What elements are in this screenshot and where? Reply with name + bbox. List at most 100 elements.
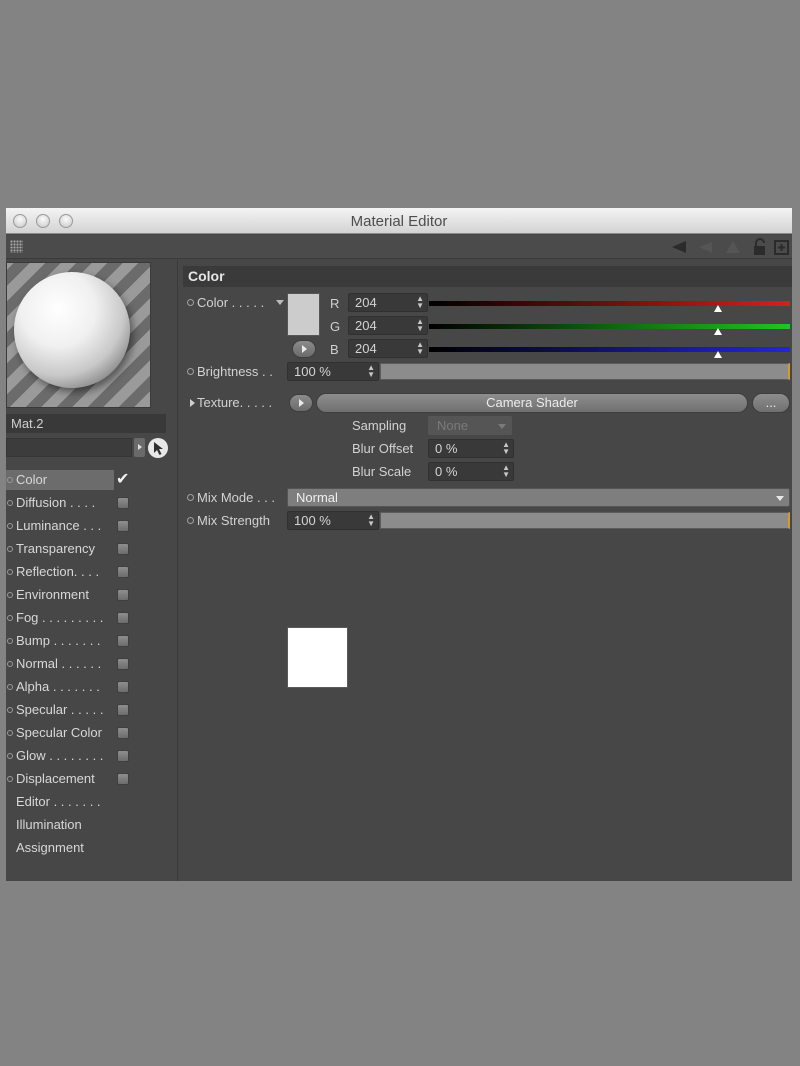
mix-strength-field[interactable]: 100 % ▲ ▼ (287, 511, 379, 530)
channel-bullet-icon (7, 661, 13, 667)
channel-checkbox[interactable] (117, 704, 129, 716)
channel-checkbox[interactable] (117, 658, 129, 670)
pick-cursor-icon[interactable] (148, 438, 168, 458)
g-label: G (330, 319, 341, 334)
mix-strength-slider[interactable] (380, 512, 790, 529)
texture-more-button[interactable]: ... (752, 393, 790, 413)
g-slider-knob[interactable] (713, 328, 722, 335)
channel-bullet-icon (7, 546, 13, 552)
b-value-field[interactable]: 204 ▲ ▼ (348, 339, 428, 358)
up-arrow-icon[interactable] (724, 238, 742, 256)
mix-mode-animation-dot[interactable] (187, 494, 194, 501)
channel-label: Alpha . . . . . . . (16, 679, 100, 694)
g-slider[interactable] (429, 324, 790, 329)
channel-checkbox[interactable] (117, 543, 129, 555)
color-animation-dot[interactable] (187, 299, 194, 306)
b-value: 204 (355, 341, 377, 356)
lock-icon[interactable] (751, 238, 769, 256)
g-value-field[interactable]: 204 ▲ ▼ (348, 316, 428, 335)
back-arrow-icon[interactable] (670, 238, 688, 256)
channel-checkmark-icon[interactable]: ✔ (116, 471, 129, 489)
preview-sphere (14, 272, 130, 388)
forward-arrow-icon[interactable] (696, 238, 714, 256)
texture-shader-button[interactable]: Camera Shader (316, 393, 748, 413)
channel-item[interactable]: Color (6, 470, 114, 490)
r-spinner-icon[interactable]: ▲ ▼ (416, 295, 424, 310)
channel-label: Displacement (16, 771, 95, 786)
brightness-field[interactable]: 100 % ▲ ▼ (287, 362, 379, 381)
r-value-field[interactable]: 204 ▲ ▼ (348, 293, 428, 312)
channel-item[interactable]: Assignment (6, 838, 146, 858)
mix-strength-animation-dot[interactable] (187, 517, 194, 524)
channel-item[interactable]: Editor . . . . . . . (6, 792, 146, 812)
mix-mode-chevron-icon (776, 496, 784, 501)
channel-checkbox[interactable] (117, 566, 129, 578)
search-input[interactable] (6, 438, 132, 457)
channel-bullet-icon (7, 684, 13, 690)
channel-checkbox[interactable] (117, 727, 129, 739)
mix-strength-label: Mix Strength (197, 513, 270, 528)
brightness-animation-dot[interactable] (187, 368, 194, 375)
channel-bullet-icon (7, 776, 13, 782)
texture-menu-button[interactable] (289, 394, 313, 412)
r-label: R (330, 296, 340, 311)
search-arrow-button[interactable] (134, 438, 145, 457)
color-picker-button[interactable] (292, 340, 316, 358)
blur-offset-value: 0 % (435, 441, 458, 456)
material-name-field[interactable]: Mat.2 (6, 414, 166, 433)
mix-mode-select[interactable]: Normal (287, 488, 790, 507)
channel-label: Editor . . . . . . . (16, 794, 101, 809)
blur-offset-label: Blur Offset (352, 441, 414, 456)
channel-checkbox[interactable] (117, 589, 129, 601)
r-slider-knob[interactable] (713, 305, 722, 312)
channel-checkbox[interactable] (117, 773, 129, 785)
channel-item[interactable]: Illumination (6, 815, 146, 835)
mix-strength-spinner-icon[interactable]: ▲ ▼ (367, 513, 375, 528)
channel-checkbox[interactable] (117, 681, 129, 693)
g-spinner-icon[interactable]: ▲ ▼ (416, 318, 424, 333)
channel-checkbox[interactable] (117, 750, 129, 762)
material-preview[interactable] (6, 262, 151, 408)
sampling-label: Sampling (352, 418, 407, 433)
color-swatch[interactable] (287, 293, 320, 336)
blur-offset-field[interactable]: 0 % ▲ ▼ (428, 439, 514, 458)
toolbar (6, 235, 792, 259)
blur-scale-spinner-icon[interactable]: ▲ ▼ (502, 464, 510, 479)
title-bar: Material Editor (6, 208, 792, 234)
brightness-slider[interactable] (380, 363, 790, 380)
channel-bullet-icon (7, 592, 13, 598)
blur-offset-spinner-icon[interactable]: ▲ ▼ (502, 441, 510, 456)
channel-label: Fog . . . . . . . . . (16, 610, 104, 625)
mix-strength-value: 100 % (294, 513, 331, 528)
channel-label: Environment (16, 587, 89, 602)
new-panel-icon[interactable] (773, 238, 791, 256)
brightness-spinner-icon[interactable]: ▲ ▼ (367, 364, 375, 379)
brightness-value: 100 % (294, 364, 331, 379)
channel-bullet-icon (7, 638, 13, 644)
section-header-color: Color (183, 266, 792, 287)
channel-checkbox[interactable] (117, 635, 129, 647)
blur-scale-field[interactable]: 0 % ▲ ▼ (428, 462, 514, 481)
texture-preview[interactable] (287, 627, 348, 688)
channel-bullet-icon (7, 477, 13, 483)
sampling-value: None (437, 418, 469, 433)
grip-icon[interactable] (10, 240, 23, 253)
blur-scale-label: Blur Scale (352, 464, 412, 479)
channel-label: Specular . . . . . (16, 702, 104, 717)
blur-scale-value: 0 % (435, 464, 458, 479)
mix-mode-label: Mix Mode . . . (197, 490, 276, 505)
b-slider-knob[interactable] (713, 351, 722, 358)
r-slider[interactable] (429, 301, 790, 306)
channel-checkbox[interactable] (117, 520, 129, 532)
sampling-select[interactable]: None (428, 416, 512, 435)
channel-bullet-icon (7, 707, 13, 713)
b-slider[interactable] (429, 347, 790, 352)
b-spinner-icon[interactable]: ▲ ▼ (416, 341, 424, 356)
channel-checkbox[interactable] (117, 497, 129, 509)
color-mode-chevron-icon[interactable] (276, 300, 284, 305)
texture-expand-icon[interactable] (190, 399, 195, 407)
channel-checkbox[interactable] (117, 612, 129, 624)
r-value: 204 (355, 295, 377, 310)
material-editor-window: Material Editor Mat.2 Color ✔ Diffusion . … (6, 208, 792, 881)
channel-label: Diffusion . . . . (16, 495, 96, 510)
